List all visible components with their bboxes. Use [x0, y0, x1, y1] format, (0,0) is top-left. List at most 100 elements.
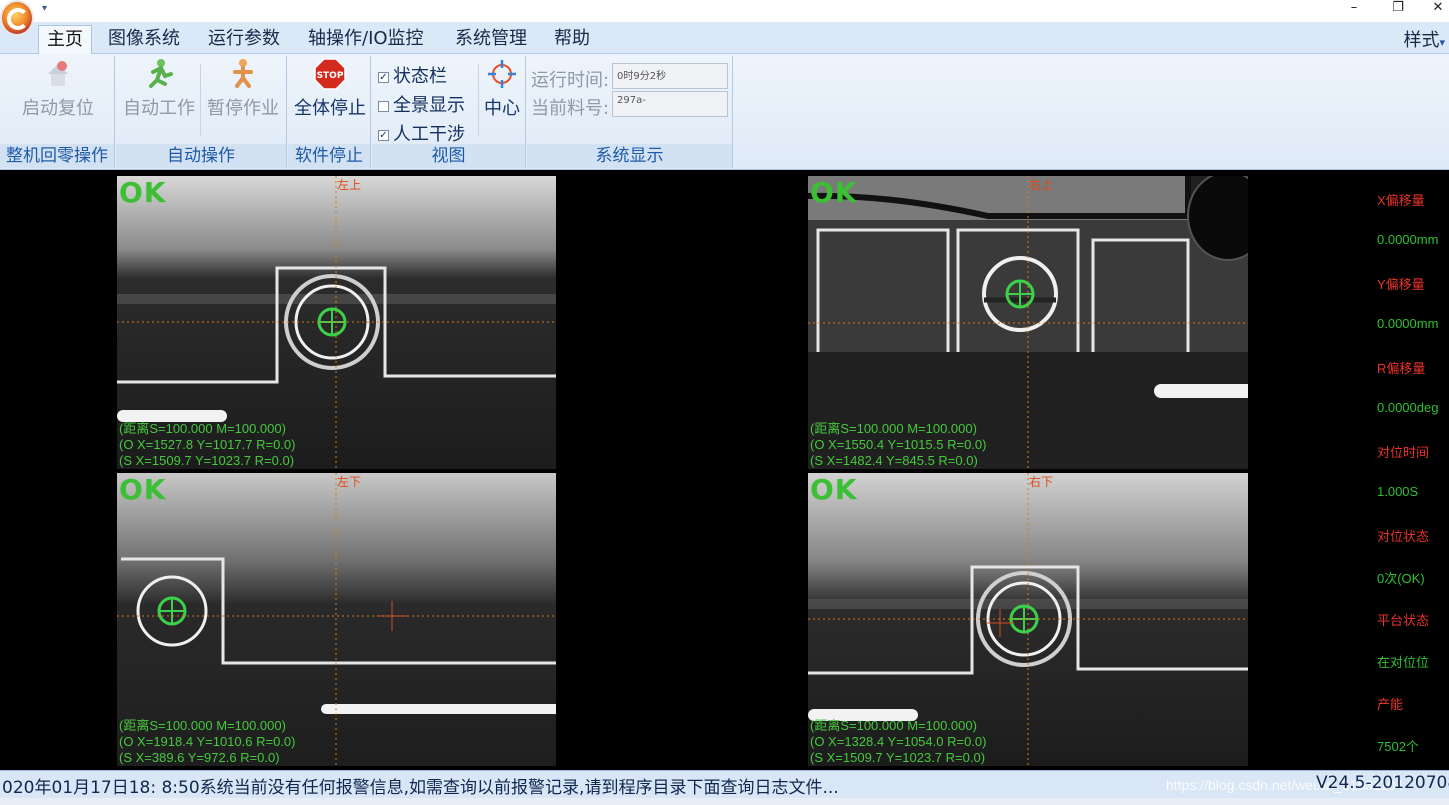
stop-sign-icon: STOP [314, 58, 346, 90]
align-time-label: 对位时间 [1377, 445, 1430, 460]
camera-position-label: 左上 [337, 178, 362, 192]
y-offset-value: 0.0000mm [1377, 316, 1439, 331]
x-offset-label: X偏移量 [1377, 193, 1425, 208]
tab-image-system[interactable]: 图像系统 [100, 25, 188, 54]
bottom-strip [0, 798, 1449, 805]
match-status: OK [119, 176, 167, 209]
material-no-label: 当前料号: [531, 98, 610, 119]
group-label-auto: 自动操作 [116, 144, 286, 168]
camera-view-top-left[interactable]: OK 左上 (距离S=100.000 M=100.000) (O X=1527.… [117, 176, 556, 469]
checkbox-unchecked-icon [378, 100, 389, 112]
group-label-homing: 整机回零操作 [0, 144, 114, 168]
app-logo-icon[interactable] [0, 0, 34, 36]
group-software-stop: STOP 全体停止 软件停止 [288, 56, 371, 168]
group-system-display: 运行时间: 0时9分2秒 当前料号: 297a- 系统显示 [527, 56, 733, 168]
platform-status-value: 在对位位 [1377, 655, 1430, 670]
match-status: OK [810, 473, 858, 506]
ribbon-panel: 启动复位 整机回零操作 自动工作 暂停作业 自动操作 STOP 全体停止 软件停… [0, 54, 1449, 170]
vision-alignment-app: ▾ – ❐ ✕ 主页 图像系统 运行参数 轴操作/IO监控 系统管理 帮助 样式… [0, 0, 1449, 805]
y-offset-label: Y偏移量 [1377, 277, 1425, 292]
home-reset-icon [48, 61, 68, 86]
tab-axis-io[interactable]: 轴操作/IO监控 [300, 25, 432, 54]
quick-access-dropdown-icon[interactable]: ▾ [42, 3, 47, 14]
divider [478, 64, 479, 136]
tab-run-parameters[interactable]: 运行参数 [200, 25, 288, 54]
distance-readout: (距离S=100.000 M=100.000) [119, 421, 286, 436]
output-label: 产能 [1377, 697, 1404, 712]
standard-readout: (S X=1509.7 Y=1023.7 R=0.0) [810, 750, 986, 765]
minimize-button[interactable]: – [1340, 0, 1368, 18]
style-menu[interactable]: 样式▾ [1403, 26, 1445, 52]
center-label: 中心 [484, 98, 520, 119]
start-reset-label: 启动复位 [22, 98, 94, 119]
origin-readout: (O X=1527.8 Y=1017.7 R=0.0) [119, 437, 296, 452]
r-offset-label: R偏移量 [1377, 361, 1426, 376]
stop-sign-text: STOP [317, 71, 344, 81]
ribbon-tab-bar: 主页 图像系统 运行参数 轴操作/IO监控 系统管理 帮助 样式▾ [0, 22, 1449, 54]
run-time-field: 0时9分2秒 [612, 63, 728, 89]
center-button[interactable]: 中心 [480, 56, 524, 120]
group-auto: 自动工作 暂停作业 自动操作 [116, 56, 287, 168]
group-homing: 启动复位 整机回零操作 [0, 56, 115, 168]
close-button[interactable]: ✕ [1424, 0, 1449, 18]
start-reset-button[interactable]: 启动复位 [12, 56, 104, 120]
align-time-value: 1.000S [1377, 484, 1419, 499]
pause-work-button[interactable]: 暂停作业 [203, 56, 283, 120]
chevron-down-icon: ▾ [1439, 36, 1445, 49]
standard-readout: (S X=1482.4 Y=845.5 R=0.0) [810, 453, 978, 468]
auto-work-button[interactable]: 自动工作 [119, 56, 199, 120]
standard-readout: (S X=389.6 Y=972.6 R=0.0) [119, 750, 280, 765]
camera-view-bottom-left[interactable]: OK 左下 (距离S=100.000 M=100.000) (O X=1918.… [117, 473, 556, 766]
alignment-info-panel: X偏移量 0.0000mm Y偏移量 0.0000mm R偏移量 0.0000d… [1372, 178, 1449, 768]
camera-view-bottom-right[interactable]: OK 右下 (距离S=100.000 M=100.000) (O X=1328.… [808, 473, 1248, 766]
group-label-view: 视图 [372, 144, 525, 168]
tab-help[interactable]: 帮助 [546, 25, 598, 54]
checkbox-checked-icon: ✓ [378, 129, 389, 141]
version-label: V24.5-20120708 [1316, 773, 1449, 793]
stop-all-label: 全体停止 [294, 98, 366, 119]
manual-check-label: 人工干涉 [393, 124, 465, 145]
manual-intervention-checkbox[interactable]: ✓ 人工干涉 [378, 120, 465, 146]
camera-position-label: 左下 [337, 475, 362, 489]
output-value: 7502个 [1377, 739, 1419, 754]
align-status-label: 对位状态 [1377, 529, 1430, 544]
distance-readout: (距离S=100.000 M=100.000) [119, 718, 286, 733]
align-status-value: 0次(OK) [1377, 571, 1425, 586]
camera-view-top-right[interactable]: OK 右上 (距离S=100.000 M=100.000) (O X=1550.… [808, 176, 1248, 469]
status-bar-checkbox[interactable]: ✓ 状态栏 [378, 62, 447, 88]
checkbox-checked-icon: ✓ [378, 71, 389, 83]
fullscreen-check-label: 全景显示 [393, 95, 465, 116]
camera-position-label: 右上 [1029, 178, 1054, 192]
fullscreen-checkbox[interactable]: 全景显示 [378, 91, 465, 117]
restore-button[interactable]: ❐ [1384, 0, 1412, 18]
run-time-label: 运行时间: [531, 70, 610, 91]
pause-person-icon [233, 59, 253, 88]
origin-readout: (O X=1918.4 Y=1010.6 R=0.0) [119, 734, 296, 749]
title-bar: ▾ – ❐ ✕ [0, 0, 1449, 36]
tab-home[interactable]: 主页 [38, 25, 92, 54]
tab-system-management[interactable]: 系统管理 [447, 25, 535, 54]
stop-all-button[interactable]: STOP 全体停止 [290, 56, 370, 120]
status-bar-check-label: 状态栏 [393, 66, 447, 87]
group-label-system: 系统显示 [527, 144, 732, 168]
match-status: OK [119, 473, 167, 506]
match-status: OK [810, 176, 858, 209]
platform-status-label: 平台状态 [1377, 613, 1430, 628]
pause-work-label: 暂停作业 [207, 98, 279, 119]
status-bar: 020年01月17日18: 8:50系统当前没有任何报警信息,如需查询以前报警记… [0, 770, 1449, 798]
origin-readout: (O X=1328.4 Y=1054.0 R=0.0) [810, 734, 987, 749]
alarm-status-message: 020年01月17日18: 8:50系统当前没有任何报警信息,如需查询以前报警记… [2, 778, 839, 798]
divider [200, 64, 201, 136]
camera-position-label: 右下 [1029, 475, 1054, 489]
material-no-field: 297a- [612, 91, 728, 117]
crosshair-icon [488, 60, 516, 88]
standard-readout: (S X=1509.7 Y=1023.7 R=0.0) [119, 453, 295, 468]
group-view: ✓ 状态栏 全景显示 ✓ 人工干涉 中心 视图 [372, 56, 526, 168]
distance-readout: (距离S=100.000 M=100.000) [810, 718, 977, 733]
group-label-stop: 软件停止 [288, 144, 370, 168]
r-offset-value: 0.0000deg [1377, 400, 1439, 415]
running-man-icon [149, 59, 173, 88]
style-menu-label: 样式 [1403, 30, 1440, 51]
distance-readout: (距离S=100.000 M=100.000) [810, 421, 977, 436]
auto-work-label: 自动工作 [123, 98, 195, 119]
